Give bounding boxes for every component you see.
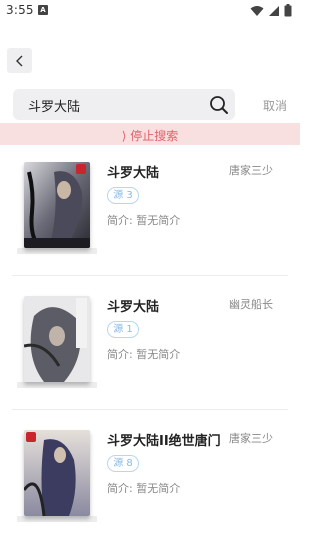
wifi-icon — [250, 5, 264, 16]
divider — [12, 275, 288, 276]
list-item[interactable]: 斗罗大陆II绝世唐门 唐家三少 源 8 简介: 暂无简介 — [0, 416, 300, 533]
status-time: 3:55 — [6, 3, 34, 17]
status-bar: 3:55 A — [0, 0, 300, 22]
book-author: 幽灵船长 — [229, 298, 273, 311]
back-button[interactable] — [7, 48, 32, 73]
signal-icon — [269, 5, 279, 16]
notification-icon: A — [38, 5, 48, 15]
cover-shadow — [17, 248, 97, 254]
cover-shadow — [17, 516, 97, 522]
divider — [12, 409, 288, 410]
battery-icon — [284, 4, 292, 17]
search-query: 斗罗大陆 — [28, 100, 81, 115]
chevron-left-icon — [15, 55, 22, 66]
cover-shadow — [17, 382, 97, 388]
status-icons — [250, 4, 292, 17]
book-cover — [24, 430, 90, 516]
book-intro: 简介: 暂无简介 — [107, 482, 181, 495]
book-title: 斗罗大陆II绝世唐门 — [107, 434, 221, 449]
search-icon[interactable] — [209, 95, 229, 115]
source-badge: 源 8 — [107, 455, 139, 472]
stop-search-label: ⟩ 停止搜索 — [121, 129, 179, 143]
book-intro: 简介: 暂无简介 — [107, 348, 181, 361]
search-input[interactable]: 斗罗大陆 — [13, 89, 235, 120]
book-cover — [24, 296, 90, 382]
book-title: 斗罗大陆 — [107, 166, 160, 181]
list-item[interactable]: 斗罗大陆 唐家三少 源 3 简介: 暂无简介 — [0, 148, 300, 276]
list-item[interactable]: 斗罗大陆 幽灵船长 源 1 简介: 暂无简介 — [0, 282, 300, 410]
book-title: 斗罗大陆 — [107, 300, 160, 315]
source-badge: 源 1 — [107, 321, 139, 338]
cancel-button[interactable]: 取消 — [263, 97, 287, 114]
stop-search-bar[interactable]: ⟩ 停止搜索 — [0, 123, 300, 145]
book-cover — [24, 162, 90, 248]
source-badge: 源 3 — [107, 187, 139, 204]
book-intro: 简介: 暂无简介 — [107, 214, 181, 227]
book-author: 唐家三少 — [229, 432, 273, 445]
book-author: 唐家三少 — [229, 164, 273, 177]
